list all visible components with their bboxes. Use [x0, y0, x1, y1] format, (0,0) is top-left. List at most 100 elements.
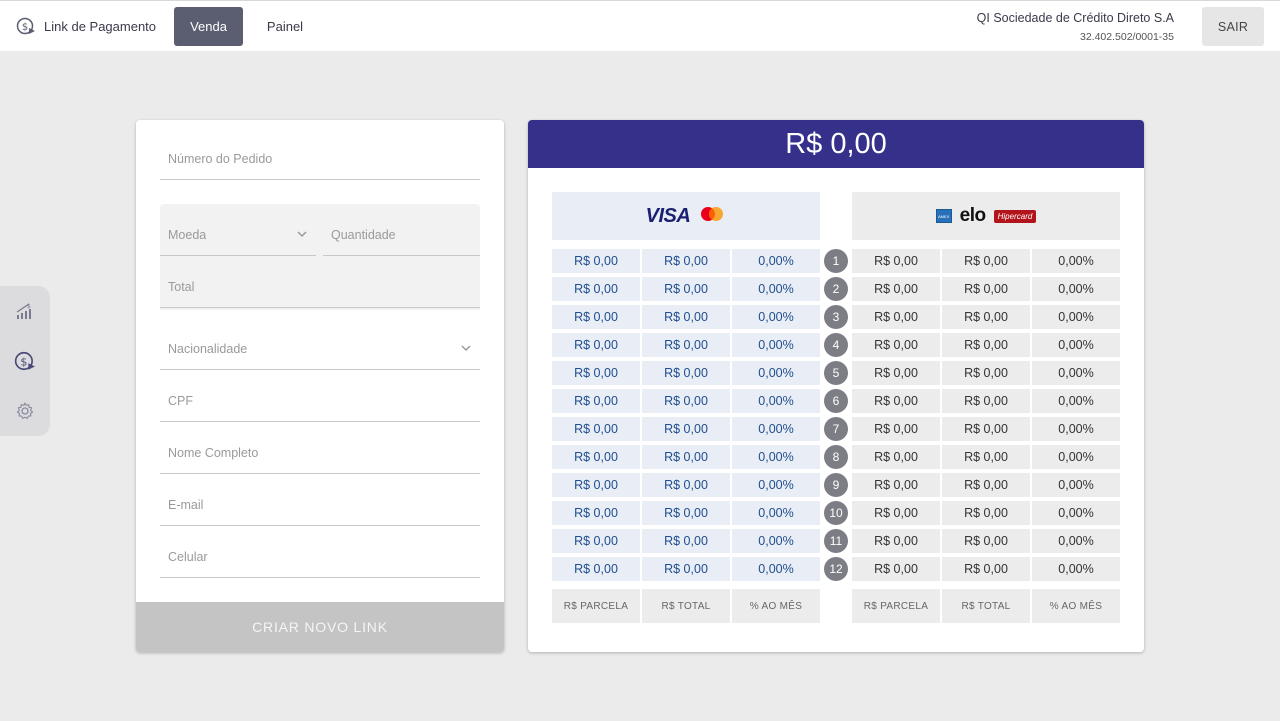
left-total-value: R$ 0,00: [642, 501, 730, 525]
amex-elo-hipercard-column-header: AMEX elo Hipercard: [852, 192, 1120, 240]
tab-painel[interactable]: Painel: [254, 7, 316, 46]
left-total-value: R$ 0,00: [642, 557, 730, 581]
right-installment-value: R$ 0,00: [852, 249, 940, 273]
total-field[interactable]: Total: [160, 272, 480, 308]
right-installment-value: R$ 0,00: [852, 501, 940, 525]
right-installment-value: R$ 0,00: [852, 389, 940, 413]
side-rail: $ $: [0, 286, 50, 436]
right-monthly-rate: 0,00%: [1032, 557, 1120, 581]
left-installment-value: R$ 0,00: [552, 445, 640, 469]
left-total-value: R$ 0,00: [642, 333, 730, 357]
left-installment-value: R$ 0,00: [552, 305, 640, 329]
right-monthly-rate: 0,00%: [1032, 249, 1120, 273]
left-installment-value: R$ 0,00: [552, 333, 640, 357]
footer-rate-right: % AO MÊS: [1032, 589, 1120, 623]
right-monthly-rate: 0,00%: [1032, 305, 1120, 329]
installment-number-badge: 7: [824, 417, 848, 441]
brand[interactable]: $ Link de Pagamento: [16, 16, 156, 36]
right-installment-value: R$ 0,00: [852, 361, 940, 385]
left-total-value: R$ 0,00: [642, 445, 730, 469]
quantity-field[interactable]: Quantidade: [323, 220, 480, 256]
visa-logo: VISA: [645, 204, 691, 227]
right-total-value: R$ 0,00: [942, 445, 1030, 469]
right-installment-value: R$ 0,00: [852, 305, 940, 329]
right-total-value: R$ 0,00: [942, 249, 1030, 273]
right-monthly-rate: 0,00%: [1032, 277, 1120, 301]
chevron-down-icon: [460, 342, 472, 357]
installments-panel: R$ 0,00 VISA AMEX elo Hipercard R$ 0,00 R…: [528, 120, 1144, 652]
currency-select[interactable]: Moeda: [160, 220, 316, 256]
left-total-value: R$ 0,00: [642, 361, 730, 385]
left-installment-value: R$ 0,00: [552, 473, 640, 497]
left-installment-value: R$ 0,00: [552, 417, 640, 441]
left-total-value: R$ 0,00: [642, 305, 730, 329]
svg-text:$: $: [20, 355, 27, 368]
installment-number-badge: 11: [824, 529, 848, 553]
left-installment-value: R$ 0,00: [552, 389, 640, 413]
elo-logo: elo: [959, 205, 986, 226]
right-installment-value: R$ 0,00: [852, 417, 940, 441]
footer-rate-left: % AO MÊS: [732, 589, 820, 623]
right-total-value: R$ 0,00: [942, 333, 1030, 357]
right-total-value: R$ 0,00: [942, 501, 1030, 525]
right-total-value: R$ 0,00: [942, 389, 1030, 413]
nationality-placeholder: Nacionalidade: [168, 342, 248, 356]
right-installment-value: R$ 0,00: [852, 333, 940, 357]
settings-gear-icon[interactable]: [14, 400, 36, 422]
cpf-field[interactable]: CPF: [160, 386, 480, 422]
left-installment-value: R$ 0,00: [552, 557, 640, 581]
right-monthly-rate: 0,00%: [1032, 529, 1120, 553]
payment-link-icon[interactable]: $: [14, 350, 36, 372]
right-monthly-rate: 0,00%: [1032, 361, 1120, 385]
left-total-value: R$ 0,00: [642, 277, 730, 301]
payment-link-icon: $: [16, 16, 36, 36]
right-installment-value: R$ 0,00: [852, 277, 940, 301]
footer-parcela-left: R$ PARCELA: [552, 589, 640, 623]
installment-number-badge: 2: [824, 277, 848, 301]
order-number-field[interactable]: Número do Pedido: [160, 144, 480, 180]
logout-button[interactable]: SAIR: [1202, 7, 1264, 46]
right-total-value: R$ 0,00: [942, 473, 1030, 497]
installment-number-badge: 1: [824, 249, 848, 273]
create-link-button[interactable]: CRIAR NOVO LINK: [136, 602, 504, 652]
left-monthly-rate: 0,00%: [732, 529, 820, 553]
left-monthly-rate: 0,00%: [732, 277, 820, 301]
full-name-field[interactable]: Nome Completo: [160, 438, 480, 474]
right-total-value: R$ 0,00: [942, 305, 1030, 329]
right-total-value: R$ 0,00: [942, 557, 1030, 581]
left-monthly-rate: 0,00%: [732, 361, 820, 385]
nationality-select[interactable]: Nacionalidade: [160, 334, 480, 370]
chart-growth-icon[interactable]: $: [14, 300, 36, 322]
tab-venda[interactable]: Venda: [174, 7, 243, 46]
right-installment-value: R$ 0,00: [852, 529, 940, 553]
left-monthly-rate: 0,00%: [732, 389, 820, 413]
left-monthly-rate: 0,00%: [732, 473, 820, 497]
right-monthly-rate: 0,00%: [1032, 473, 1120, 497]
company-document: 32.402.502/0001-35: [1079, 31, 1174, 43]
footer-total-left: R$ TOTAL: [642, 589, 730, 623]
left-monthly-rate: 0,00%: [732, 501, 820, 525]
left-total-value: R$ 0,00: [642, 529, 730, 553]
installment-number-badge: 6: [824, 389, 848, 413]
left-installment-value: R$ 0,00: [552, 277, 640, 301]
left-monthly-rate: 0,00%: [732, 557, 820, 581]
left-monthly-rate: 0,00%: [732, 249, 820, 273]
left-monthly-rate: 0,00%: [732, 417, 820, 441]
left-total-value: R$ 0,00: [642, 249, 730, 273]
phone-field[interactable]: Celular: [160, 542, 480, 578]
right-monthly-rate: 0,00%: [1032, 333, 1120, 357]
top-bar: $ Link de Pagamento Venda Painel QI Soci…: [0, 0, 1280, 51]
left-installment-value: R$ 0,00: [552, 249, 640, 273]
email-field[interactable]: E-mail: [160, 490, 480, 526]
installment-number-badge: 3: [824, 305, 848, 329]
left-total-value: R$ 0,00: [642, 389, 730, 413]
left-monthly-rate: 0,00%: [732, 333, 820, 357]
right-total-value: R$ 0,00: [942, 417, 1030, 441]
footer-parcela-right: R$ PARCELA: [852, 589, 940, 623]
payment-link-form: Número do Pedido Moeda Quantidade Total …: [136, 120, 504, 652]
installment-number-badge: 12: [824, 557, 848, 581]
company-name: QI Sociedade de Crédito Direto S.A: [976, 11, 1174, 25]
company-info: QI Sociedade de Crédito Direto S.A 32.40…: [977, 11, 1174, 43]
right-monthly-rate: 0,00%: [1032, 389, 1120, 413]
right-monthly-rate: 0,00%: [1032, 417, 1120, 441]
